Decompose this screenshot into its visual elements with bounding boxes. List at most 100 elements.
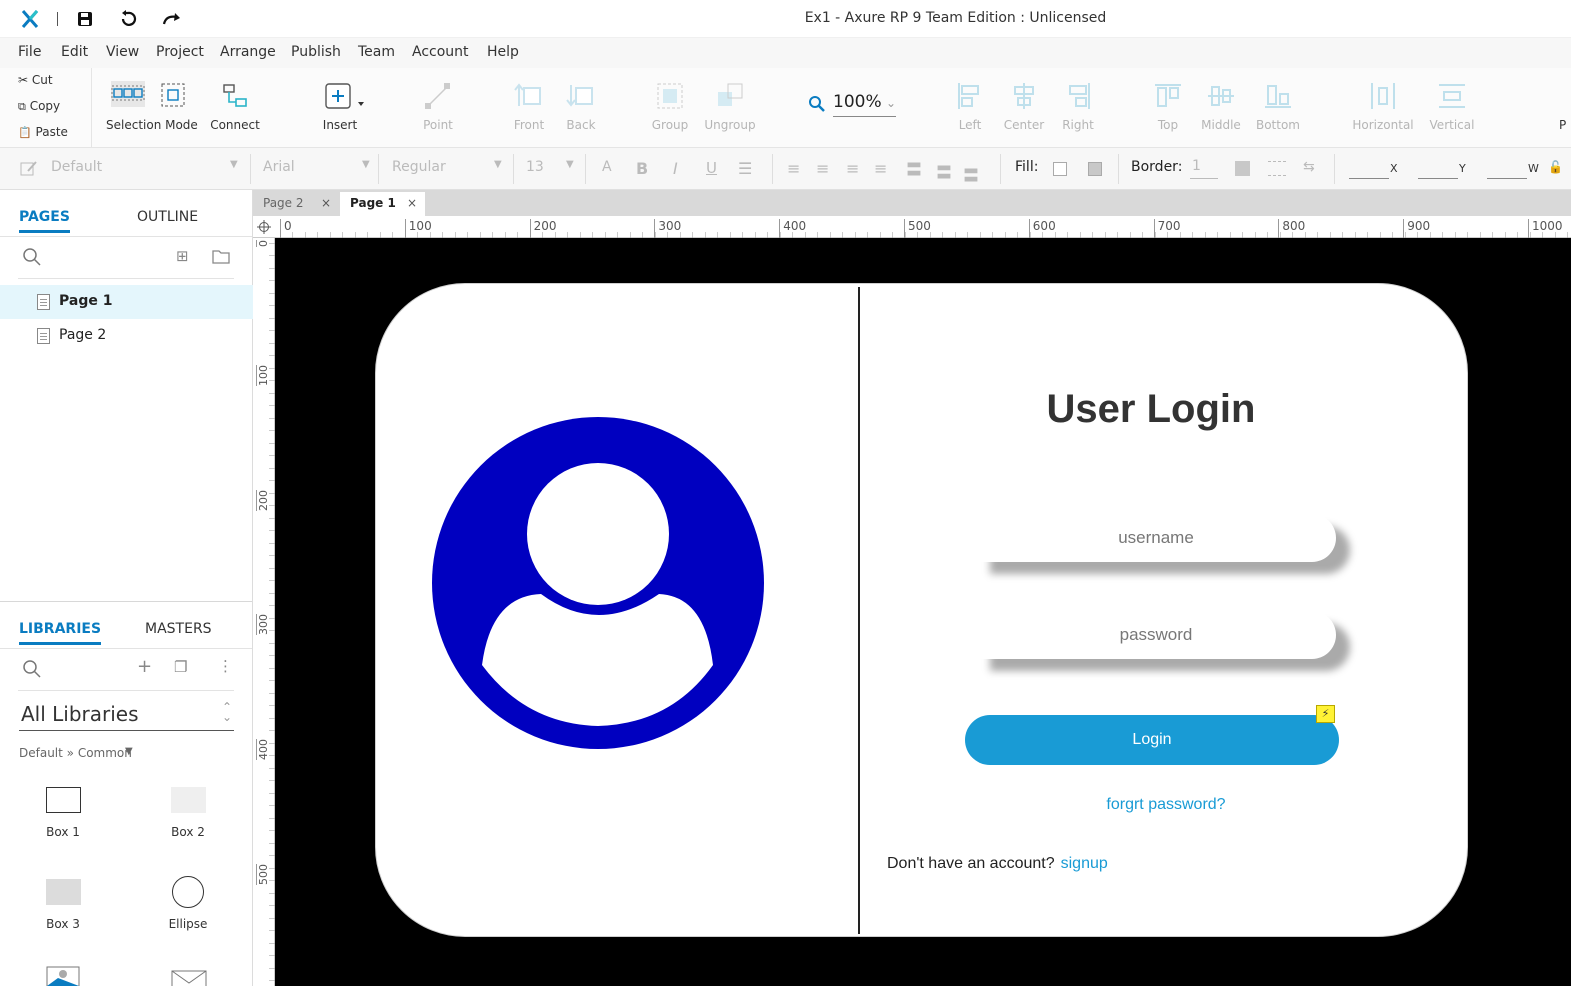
font-color-icon[interactable]: A	[602, 159, 612, 175]
ellipse-icon	[172, 876, 204, 908]
valign-bottom-icon[interactable]: 〓	[963, 162, 979, 186]
cut-off-toolbar-label[interactable]: P	[1559, 118, 1566, 132]
point-button[interactable]: Point	[415, 68, 461, 148]
front-button[interactable]: Front	[506, 68, 552, 148]
menu-help[interactable]: Help	[487, 44, 519, 60]
add-page-icon[interactable]: ⊞	[176, 247, 189, 265]
password-input[interactable]: password	[976, 611, 1336, 659]
underline-icon[interactable]: U	[706, 159, 717, 177]
menu-edit[interactable]: Edit	[61, 44, 88, 60]
align-text-center-icon[interactable]: ≡	[816, 159, 829, 178]
x-input[interactable]	[1349, 178, 1389, 179]
menu-publish[interactable]: Publish	[291, 44, 341, 60]
copy-button[interactable]: ⧉ Copy	[18, 99, 60, 114]
align-right-button[interactable]: Right	[1056, 68, 1100, 148]
menu-view[interactable]: View	[106, 44, 139, 60]
library-path[interactable]: Default » Common	[19, 746, 132, 760]
image-widget-icon[interactable]	[46, 966, 80, 986]
selection-mode-button[interactable]: Selection Mode	[106, 68, 198, 148]
menu-team[interactable]: Team	[358, 44, 395, 60]
distribute-vertical-button[interactable]: Vertical	[1424, 68, 1480, 148]
forgot-password-link[interactable]: forgrt password?	[1066, 796, 1266, 814]
align-bottom-icon	[1265, 85, 1291, 108]
tab-pages[interactable]: PAGES	[19, 209, 70, 233]
fill-color-swatch[interactable]	[1053, 162, 1067, 176]
close-tab-icon[interactable]: ×	[321, 196, 331, 210]
align-top-label: Top	[1157, 118, 1179, 132]
paste-button[interactable]: 📋 Paste	[18, 125, 68, 139]
align-bottom-button[interactable]: Bottom	[1254, 68, 1302, 148]
library-stack-icon[interactable]: ❐	[174, 658, 187, 676]
library-select[interactable]: All Libraries	[21, 702, 139, 726]
add-library-icon[interactable]: +	[137, 656, 152, 677]
border-width-input[interactable]: 1	[1192, 158, 1201, 174]
valign-middle-icon[interactable]: 〓	[936, 159, 952, 183]
align-top-button[interactable]: Top	[1146, 68, 1190, 148]
library-search-icon[interactable]	[22, 659, 42, 679]
group-button[interactable]: Group	[647, 68, 693, 148]
card-divider	[858, 287, 860, 934]
font-size-select[interactable]: 13	[526, 159, 544, 175]
arrow-style-icon[interactable]: ⇆	[1303, 159, 1315, 175]
interaction-lightning-icon[interactable]: ⚡	[1316, 705, 1335, 723]
menu-account[interactable]: Account	[412, 44, 469, 60]
email-widget-icon[interactable]	[171, 970, 207, 986]
shadow-swatch[interactable]	[1088, 162, 1102, 176]
align-text-left-icon[interactable]: ≡	[787, 159, 800, 178]
username-input[interactable]: username	[976, 514, 1336, 562]
signup-link[interactable]: signup	[1061, 855, 1108, 872]
w-input[interactable]	[1487, 178, 1527, 179]
design-canvas[interactable]: User Login username password Login ⚡ for…	[275, 238, 1571, 986]
menu-arrange[interactable]: Arrange	[220, 44, 276, 60]
insert-button[interactable]: Insert	[310, 68, 370, 148]
page-item-page-2[interactable]: Page 2	[0, 319, 253, 353]
style-select[interactable]: Default	[51, 159, 102, 175]
back-button[interactable]: Back	[558, 68, 604, 148]
cut-button[interactable]: ✂ Cut	[18, 73, 53, 87]
search-icon[interactable]	[22, 247, 42, 267]
widget-box-3[interactable]: Box 3	[18, 879, 108, 931]
add-folder-icon[interactable]	[212, 249, 230, 264]
italic-icon[interactable]: I	[673, 159, 678, 178]
align-middle-button[interactable]: Middle	[1198, 68, 1244, 148]
tab-masters[interactable]: MASTERS	[145, 621, 212, 637]
login-button[interactable]: Login	[965, 715, 1339, 765]
tab-outline[interactable]: OUTLINE	[137, 209, 198, 225]
valign-top-icon[interactable]: 〓	[906, 156, 922, 180]
format-separator	[378, 154, 379, 184]
menu-project[interactable]: Project	[156, 44, 204, 60]
align-left-button[interactable]: Left	[948, 68, 992, 148]
widget-box-1[interactable]: Box 1	[18, 787, 108, 839]
lock-icon[interactable]: 🔓	[1548, 160, 1563, 174]
menu-bar: File Edit View Project Arrange Publish T…	[0, 38, 1571, 68]
justify-text-icon[interactable]: ≡	[874, 159, 887, 178]
widget-ellipse[interactable]: Ellipse	[143, 876, 233, 931]
align-text-right-icon[interactable]: ≡	[846, 159, 859, 178]
panel-splitter[interactable]	[0, 601, 252, 602]
ruler-label: 700	[1153, 219, 1181, 238]
connect-button[interactable]: Connect	[206, 68, 264, 148]
widget-box-2[interactable]: Box 2	[143, 787, 233, 839]
more-options-icon[interactable]: ⋮	[218, 657, 233, 675]
login-card[interactable]: User Login username password Login ⚡ for…	[375, 283, 1468, 937]
y-input[interactable]	[1418, 178, 1458, 179]
doc-tab-page-2[interactable]: Page 2 ×	[253, 192, 339, 216]
align-center-button[interactable]: Center	[1000, 68, 1048, 148]
font-select[interactable]: Arial	[263, 159, 295, 175]
zoom-control[interactable]: 100% ⌄	[808, 90, 900, 118]
weight-select[interactable]: Regular	[392, 159, 446, 175]
bring-front-icon	[514, 83, 541, 106]
tab-libraries[interactable]: LIBRARIES	[19, 621, 102, 645]
menu-file[interactable]: File	[18, 44, 41, 60]
close-tab-icon[interactable]: ×	[407, 196, 417, 210]
crosshair-icon[interactable]	[257, 220, 271, 234]
ungroup-button[interactable]: Ungroup	[702, 68, 758, 148]
border-color-swatch[interactable]	[1235, 161, 1250, 176]
page-item-page-1[interactable]: Page 1	[0, 285, 253, 319]
bullet-list-icon[interactable]: ☰	[738, 159, 752, 178]
bold-icon[interactable]: B	[636, 159, 648, 178]
border-style-icon[interactable]	[1268, 161, 1286, 176]
distribute-horizontal-button[interactable]: Horizontal	[1352, 68, 1414, 148]
doc-tab-page-1[interactable]: Page 1 ×	[340, 192, 425, 216]
user-avatar-icon[interactable]	[431, 416, 765, 750]
